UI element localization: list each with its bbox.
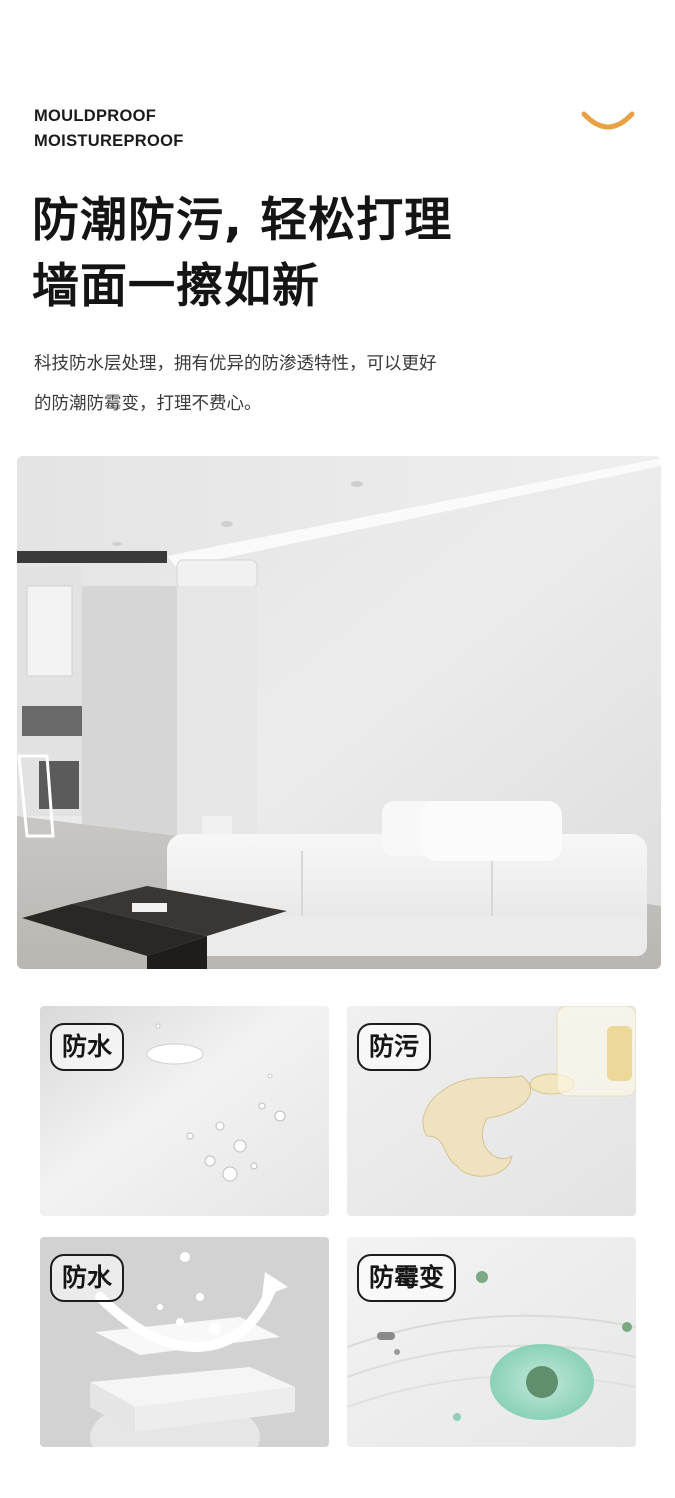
description-line-2: 的防潮防霉变，打理不费心。 [34,394,262,414]
feature-badge-waterproof-2: 防水 [50,1254,125,1302]
smile-arc-icon [581,111,635,130]
description: 科技防水层处理，拥有优异的防渗透特性，可以更好 的防潮防霉变，打理不费心。 [34,344,437,424]
eyebrow-text: MOULDPROOF MOISTUREPROOF [34,104,184,154]
feature-tile-stainproof: 防污 [347,1006,636,1216]
feature-badge-waterproof: 防水 [50,1023,125,1071]
title-line-1: 防潮防污, 轻松打理 [32,193,453,248]
feature-tile-anti-mould: 防霉变 [347,1237,636,1447]
living-room-image [17,456,661,969]
title-line-2: 墙面一擦如新 [32,259,320,314]
eyebrow-line-2: MOISTUREPROOF [34,132,184,150]
feature-badge-stainproof: 防污 [357,1023,432,1071]
eyebrow-line-1: MOULDPROOF [34,107,157,125]
page-title: 防潮防污, 轻松打理 墙面一擦如新 [32,188,452,320]
feature-badge-anti-mould: 防霉变 [357,1254,457,1302]
feature-tile-waterproof-layers: 防水 [40,1237,329,1447]
description-line-1: 科技防水层处理，拥有优异的防渗透特性，可以更好 [34,354,437,374]
feature-tile-waterproof: 防水 [40,1006,329,1216]
